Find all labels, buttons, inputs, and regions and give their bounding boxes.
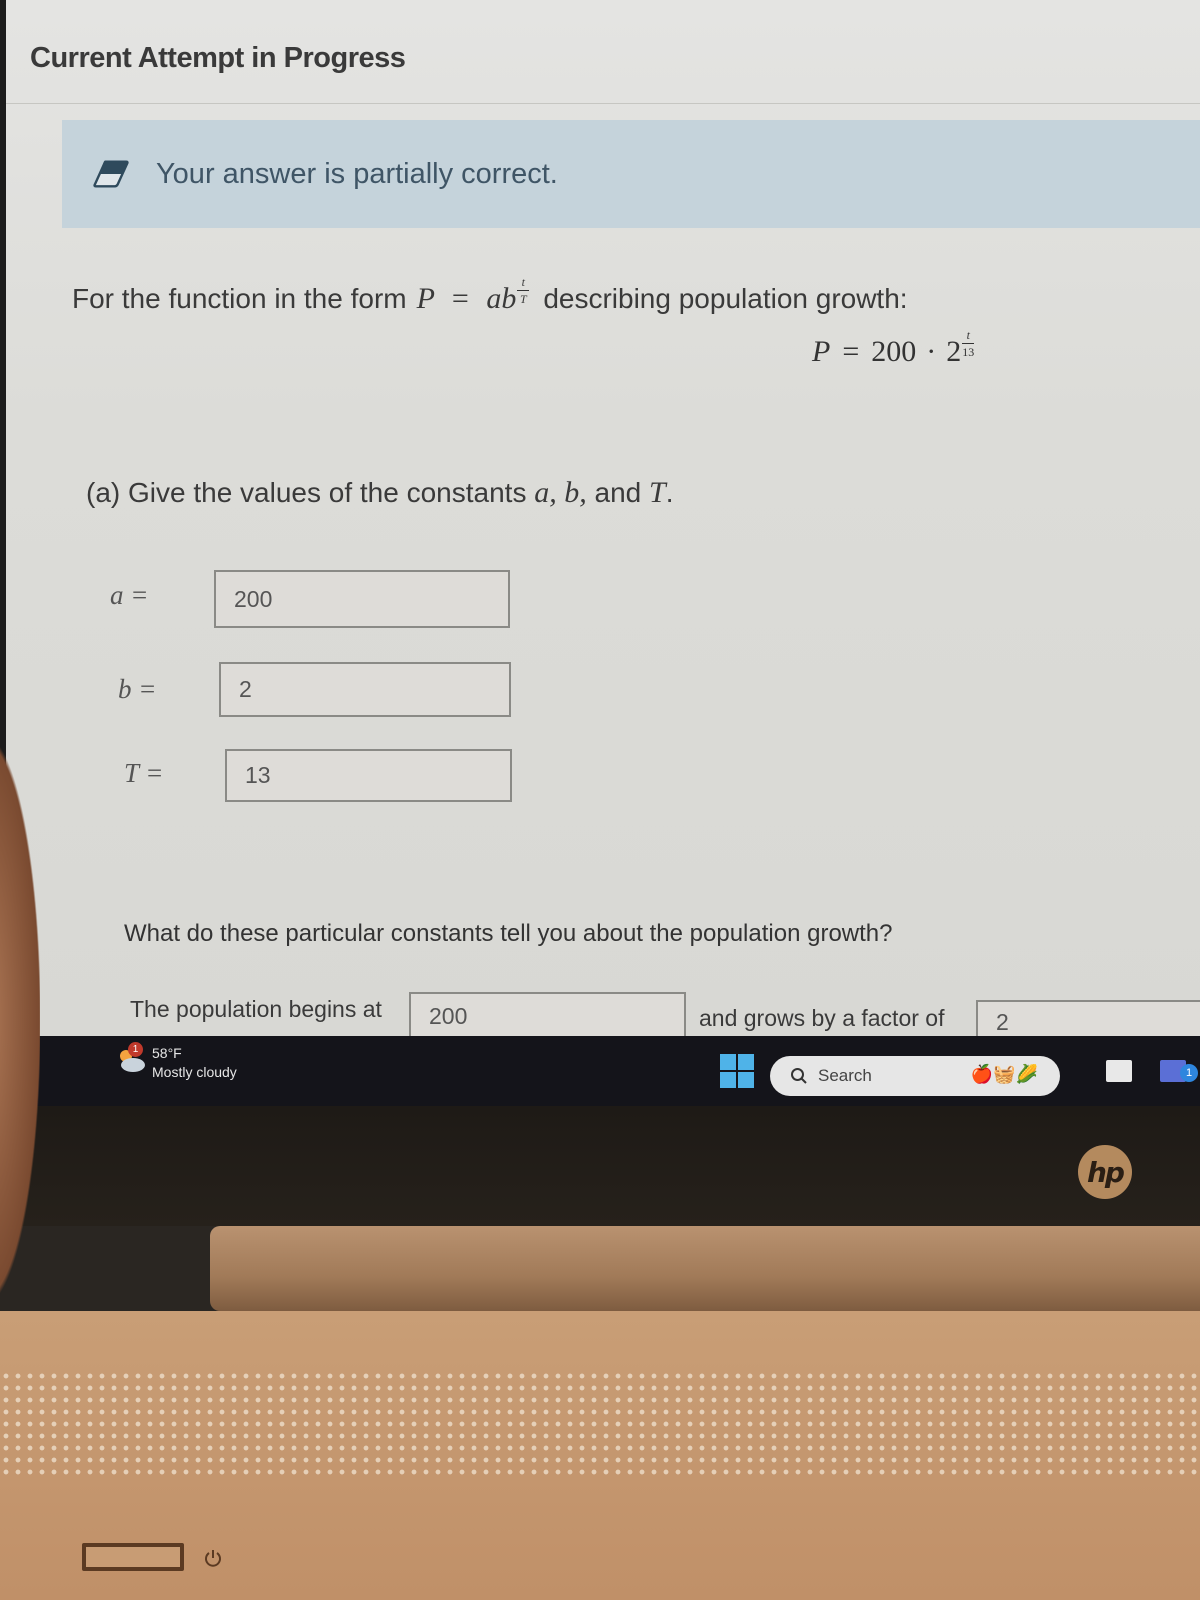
label-T: T = [124, 758, 164, 788]
exponent-fraction: tT [517, 276, 530, 305]
taskbar-search[interactable]: Search 🍎🧺🌽 [770, 1056, 1060, 1096]
header-divider [6, 103, 1200, 104]
eraser-icon [93, 160, 129, 188]
feedback-banner: Your answer is partially correct. [62, 120, 1200, 228]
intro-text: For the function in the form [72, 283, 407, 314]
exponent-fraction: t 13 [962, 328, 975, 359]
windows-start-icon[interactable] [720, 1054, 754, 1088]
task-view-icon[interactable] [1106, 1060, 1132, 1082]
begins-label: The population begins at [130, 996, 382, 1022]
laptop-hinge [210, 1226, 1200, 1311]
begins-input[interactable]: 200 [409, 992, 686, 1038]
feedback-message: Your answer is partially correct. [156, 157, 558, 190]
intro-text-after: describing population growth: [543, 283, 908, 314]
problem-statement: For the function in the form P = ab t T de… [72, 276, 908, 327]
input-b[interactable]: 2 [219, 662, 511, 717]
search-icon [791, 1068, 807, 1084]
laptop-bezel [0, 1106, 1200, 1226]
power-icon[interactable] [203, 1548, 223, 1568]
cloud-icon: 1 [116, 1042, 148, 1074]
notification-badge: 1 [1180, 1064, 1198, 1082]
disc-slot [82, 1543, 184, 1571]
finger [0, 740, 40, 1300]
weather-badge: 1 [128, 1042, 143, 1057]
grows-label: and grows by a factor of [699, 1005, 945, 1031]
input-a[interactable]: 200 [214, 570, 510, 628]
general-formula: P = ab t T [417, 276, 530, 327]
specific-formula: P = 200 · 2 t 13 [812, 328, 975, 368]
interpretation-question: What do these particular constants tell … [124, 920, 893, 947]
search-label: Search [818, 1066, 872, 1085]
screen: Current Attempt in Progress Your answer … [0, 0, 1200, 1065]
label-a: a = [110, 580, 149, 610]
weather-desc: Mostly cloudy [152, 1064, 237, 1080]
weather-temp: 58°F [152, 1045, 182, 1061]
input-T[interactable]: 13 [225, 749, 512, 802]
page-title: Current Attempt in Progress [30, 42, 406, 74]
search-highlight-icon: 🍎🧺🌽 [970, 1064, 1038, 1084]
speaker-grille [0, 1370, 1200, 1480]
taskbar: 1 58°F Mostly cloudy Search 🍎🧺🌽 1 [0, 1036, 1200, 1106]
part-a-prompt: (a) Give the values of the constants a, … [86, 476, 674, 509]
label-b: b = [118, 674, 157, 704]
hp-logo: hp [1078, 1145, 1132, 1199]
weather-widget[interactable]: 1 58°F Mostly cloudy [116, 1042, 237, 1082]
